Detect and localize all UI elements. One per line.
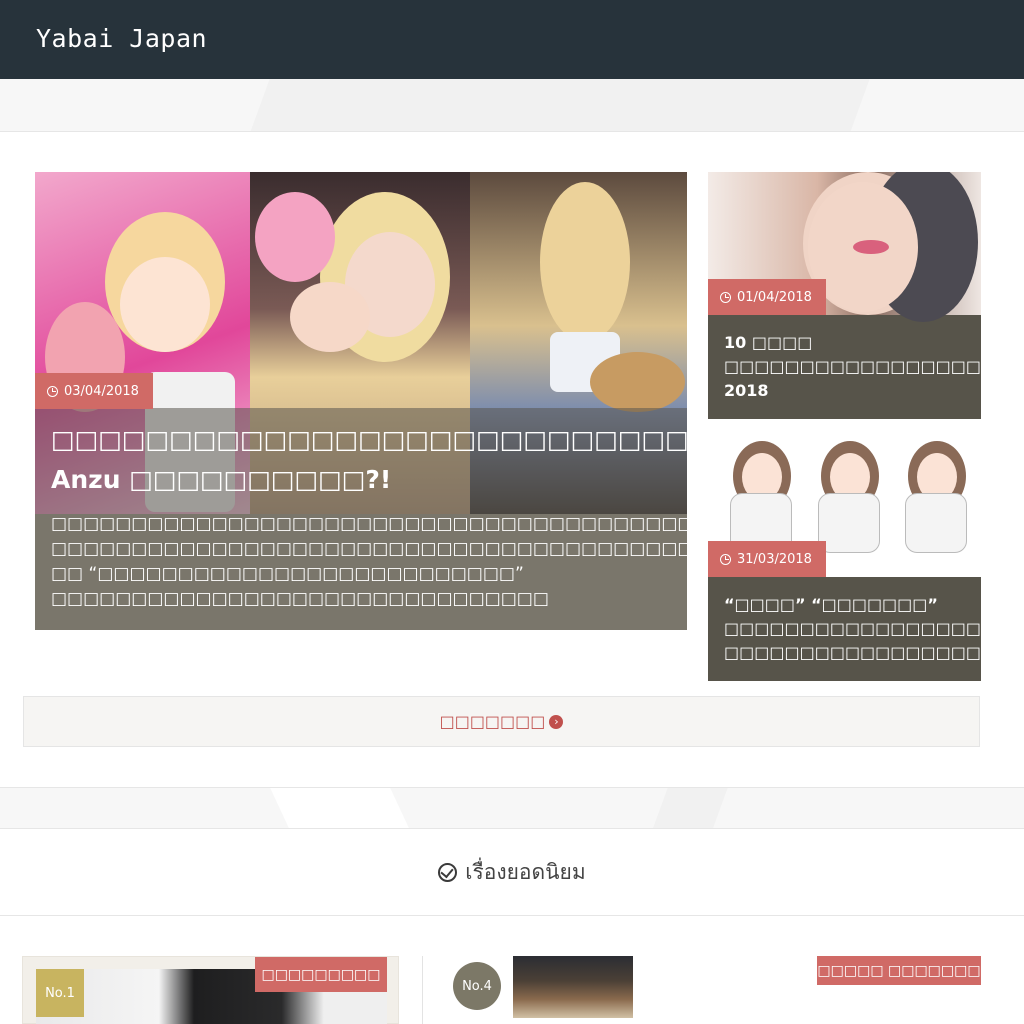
clock-icon [720, 291, 731, 303]
side-post-1-title: 10 □□□□ □□□□□□□□□□□□□□□□□□□□ 2018 [724, 333, 981, 400]
site-header: Yabai Japan [0, 0, 1024, 79]
featured-date: 03/04/2018 [64, 383, 139, 399]
popular-section-heading: เรื่องยอดนิยม [0, 829, 1024, 916]
more-posts-button[interactable]: □□□□□□□ › [23, 696, 980, 747]
featured-excerpt: □□□□□□□□□□□□□□□□□□□□□□□□□□□□□□□□□□□□□□□□… [51, 514, 687, 609]
chevron-right-icon: › [549, 714, 564, 729]
decorative-band-top [0, 79, 1024, 132]
featured-date-badge: 03/04/2018 [35, 373, 153, 409]
side-post-1-date-badge: 01/04/2018 [708, 279, 826, 315]
side-post-2-date-badge: 31/03/2018 [708, 541, 826, 577]
rank-badge-1: No.1 [36, 969, 84, 1017]
featured-title[interactable]: □□□□□□□□□□□□□□□□□□□□□□□□□□□□□□□□ Anzu □□… [51, 420, 687, 500]
category-badge-1[interactable]: □□□□□□□□□ [255, 957, 387, 992]
popular-item-4-image[interactable] [513, 956, 633, 1018]
popular-item-1[interactable]: No.1 □□□□□□□□□ [22, 956, 399, 1024]
check-circle-icon [438, 862, 458, 882]
popular-heading-text: เรื่องยอดนิยม [465, 859, 586, 884]
more-posts-label: □□□□□□□ [439, 712, 546, 731]
clock-icon [47, 385, 58, 397]
side-post-2-title: “□□□□” “□□□□□□□” □□□□□□□□□□□□□□□□□□ □□□□… [724, 595, 981, 662]
decorative-band-middle [0, 787, 1024, 829]
column-divider [422, 956, 423, 1024]
featured-post[interactable]: 03/04/2018 □□□□□□□□□□□□□□□□□□□□□□□□□□□□□… [35, 172, 687, 630]
rank-badge-4: No.4 [453, 962, 501, 1010]
side-post-1[interactable]: 01/04/2018 10 □□□□ □□□□□□□□□□□□□□□□□□□□ … [708, 172, 981, 419]
side-post-2[interactable]: 31/03/2018 “□□□□” “□□□□□□□” □□□□□□□□□□□□… [708, 433, 981, 681]
category-badge-4[interactable]: □□□□□ □□□□□□□ [817, 956, 981, 985]
clock-icon [720, 553, 731, 565]
site-logo[interactable]: Yabai Japan [36, 24, 207, 53]
